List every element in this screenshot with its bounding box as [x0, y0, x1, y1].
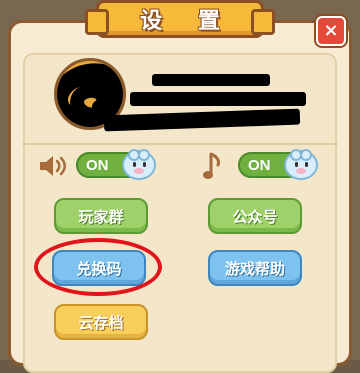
sound-toggle-knob-icon[interactable]: [122, 149, 156, 180]
player-group-label: 玩家群: [78, 207, 124, 226]
name-redaction: [152, 74, 270, 86]
game-help-button[interactable]: 游戏帮助: [208, 250, 302, 286]
official-account-label: 公众号: [232, 207, 278, 226]
music-toggle-state: ON: [248, 156, 271, 174]
close-button[interactable]: ×: [316, 16, 346, 46]
music-toggle-knob-icon[interactable]: [284, 149, 318, 180]
title-banner: 设 置: [85, 0, 275, 38]
close-icon: ×: [323, 20, 339, 41]
official-account-button[interactable]: 公众号: [208, 198, 302, 234]
cloud-save-label: 云存档: [78, 313, 124, 332]
game-help-label: 游戏帮助: [224, 259, 285, 278]
music-note-icon: [203, 152, 220, 179]
player-group-button[interactable]: 玩家群: [54, 198, 148, 234]
red-circle-annotation: [34, 238, 162, 296]
speaker-icon: [40, 156, 66, 176]
id-redaction: [130, 92, 306, 106]
cloud-save-button[interactable]: 云存档: [54, 304, 148, 340]
divider: [22, 143, 338, 145]
page-title: 设 置: [140, 9, 234, 34]
sound-toggle-state: ON: [86, 156, 109, 174]
